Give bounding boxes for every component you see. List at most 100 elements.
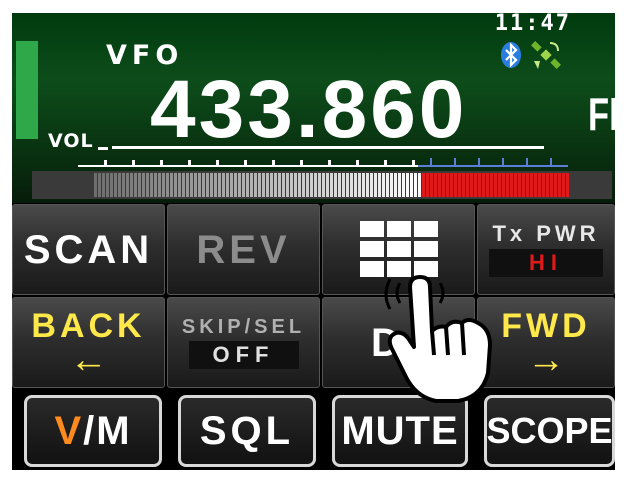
meter-segment (490, 173, 493, 197)
meter-segment (162, 173, 165, 197)
meter-segment (566, 173, 569, 197)
meter-segment (314, 173, 317, 197)
meter-segment (298, 173, 301, 197)
meter-segment (154, 173, 157, 197)
scale-tick (272, 160, 275, 165)
back-button[interactable]: BACK ← (12, 297, 165, 388)
meter-segment (310, 173, 313, 197)
meter-segment (550, 173, 553, 197)
meter-segment (114, 173, 117, 197)
meter-segment (218, 173, 221, 197)
volume-line (112, 146, 544, 149)
volume-line-marker (98, 147, 108, 150)
meter-segment (446, 173, 449, 197)
clock: 11:47 (494, 13, 571, 36)
pointing-hand-icon (384, 275, 492, 403)
meter-segment (558, 173, 561, 197)
scale-tick (104, 160, 107, 165)
meter-segment (334, 173, 337, 197)
meter-segment (438, 173, 441, 197)
rev-label: REV (196, 227, 291, 272)
scale-tick (188, 160, 191, 165)
meter-segment (354, 173, 357, 197)
meter-segment (122, 173, 125, 197)
meter-segment (378, 173, 381, 197)
meter-segment (434, 173, 437, 197)
radio-screen: 11:47 VFO 433.860 FM VOL SCAN REV (12, 13, 615, 470)
vm-v-letter: V (54, 409, 84, 453)
scope-label: SCOPE (486, 410, 613, 451)
meter-segment (278, 173, 281, 197)
meter-segment (214, 173, 217, 197)
meter-segment (538, 173, 541, 197)
meter-segment (286, 173, 289, 197)
meter-segment (482, 173, 485, 197)
meter-segment (102, 173, 105, 197)
meter-segment (410, 173, 413, 197)
scale-tick (244, 160, 247, 165)
meter-segment (546, 173, 549, 197)
modulation-label: FM (588, 88, 615, 140)
meter-segment (246, 173, 249, 197)
meter-segment (98, 173, 101, 197)
scan-button[interactable]: SCAN (12, 204, 165, 295)
meter-segment (190, 173, 193, 197)
volume-level-bar (16, 41, 38, 139)
vm-button[interactable]: V/M (24, 395, 162, 467)
meter-segment (230, 173, 233, 197)
sql-button[interactable]: SQL (178, 395, 316, 467)
meter-segment (110, 173, 113, 197)
meter-segment (470, 173, 473, 197)
mute-label: MUTE (341, 409, 459, 453)
meter-segment (518, 173, 521, 197)
vm-label: V/M (54, 411, 131, 451)
meter-segment (258, 173, 261, 197)
meter-segment (206, 173, 209, 197)
meter-segment (422, 173, 425, 197)
scale-tick-blue (454, 158, 456, 166)
meter-segment (514, 173, 517, 197)
meter-segment (486, 173, 489, 197)
scale-tick-blue (430, 158, 432, 166)
meter-segment (130, 173, 133, 197)
meter-segment (394, 173, 397, 197)
meter-segment (350, 173, 353, 197)
meter-segment (254, 173, 257, 197)
meter-segment (386, 173, 389, 197)
bluetooth-icon (501, 42, 521, 68)
volume-label: VOL (48, 130, 94, 152)
scale-base-blue (418, 165, 568, 167)
rev-button[interactable]: REV (167, 204, 320, 295)
meter-segment (498, 173, 501, 197)
meter-segment (194, 173, 197, 197)
meter-segment (150, 173, 153, 197)
right-arrow-icon: → (527, 338, 565, 381)
meter-segment (494, 173, 497, 197)
meter-segment (342, 173, 345, 197)
meter-segment (294, 173, 297, 197)
skip-sel-button[interactable]: SKIP/SEL OFF (167, 297, 320, 388)
meter-segment (182, 173, 185, 197)
meter-segment (374, 173, 377, 197)
gps-satellite-icon (531, 41, 561, 69)
meter-segment (186, 173, 189, 197)
meter-segment (370, 173, 373, 197)
meter-segment (226, 173, 229, 197)
scale-tick (300, 160, 303, 165)
meter-segment (94, 173, 97, 197)
meter-segment (358, 173, 361, 197)
sql-label: SQL (199, 409, 295, 453)
meter-segment (554, 173, 557, 197)
meter-segment (478, 173, 481, 197)
grid-menu-icon (359, 220, 438, 277)
meter-segment (466, 173, 469, 197)
meter-segment (458, 173, 461, 197)
meter-segment (430, 173, 433, 197)
meter-segment (266, 173, 269, 197)
meter-segment (250, 173, 253, 197)
meter-segment (242, 173, 245, 197)
scale-tick-blue (550, 158, 552, 166)
meter-segment (270, 173, 273, 197)
meter-segment (426, 173, 429, 197)
vm-rest: /M (83, 409, 132, 453)
